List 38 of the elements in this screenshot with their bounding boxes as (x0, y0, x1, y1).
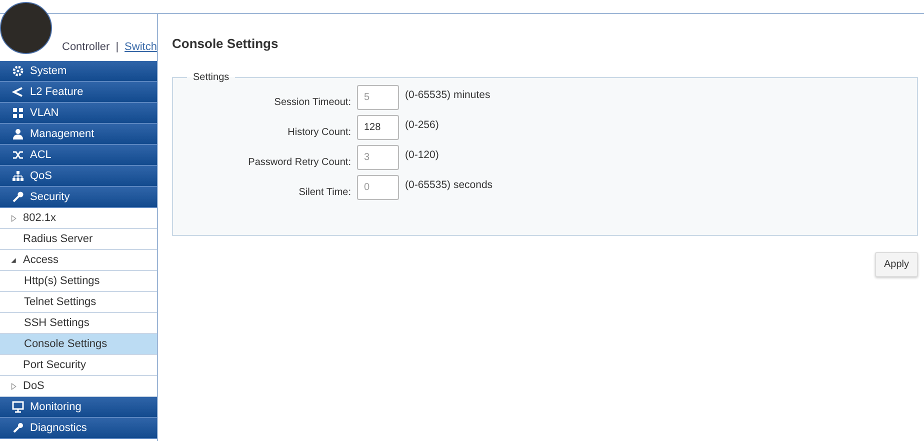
mode-link[interactable]: Switch (124, 38, 157, 55)
input-field[interactable]: 0 (357, 174, 399, 200)
menu-section[interactable]: Diagnostics (0, 418, 157, 439)
sitemap-icon (12, 170, 24, 182)
range-hint: (0-256) (405, 118, 439, 133)
menu-item[interactable]: Console Settings (0, 334, 157, 355)
key-icon (12, 191, 24, 203)
page-title: Console Settings (172, 36, 280, 52)
menu-section[interactable]: ACL (0, 145, 157, 166)
menu-section[interactable]: Monitoring (0, 397, 157, 418)
range-hint: (0-65535) minutes (405, 88, 490, 103)
user-icon (12, 128, 24, 140)
field-label: Session Timeout: (273, 96, 351, 110)
range-hint: (0-65535) seconds (405, 178, 493, 193)
menu-section[interactable]: VLAN (0, 103, 157, 124)
menu-section[interactable]: System (0, 61, 157, 82)
menu-section[interactable]: QoS (0, 166, 157, 187)
menu-section[interactable]: Management (0, 124, 157, 145)
input-field[interactable]: 128 (357, 114, 399, 140)
photo-placeholder (0, 2, 52, 54)
menu-section[interactable]: L2 Feature (0, 82, 157, 103)
monitor-icon (12, 401, 24, 413)
input-field[interactable]: 3 (357, 144, 399, 170)
field-label: Password Retry Count: (247, 156, 351, 170)
mode-link[interactable]: Controller (62, 38, 110, 55)
field-label: Silent Time: (298, 186, 351, 200)
menu-section[interactable]: Security (0, 187, 157, 208)
separator: | (116, 40, 119, 54)
gear-icon (12, 65, 24, 77)
network-icon (12, 107, 24, 119)
share-icon (12, 86, 24, 98)
fieldset-legend: Settings (187, 70, 236, 85)
shuffle-icon (12, 149, 24, 161)
field-label: History Count: (286, 126, 351, 140)
apply-button[interactable]: Apply (874, 252, 918, 277)
input-field[interactable]: 5 (357, 84, 399, 110)
range-hint: (0-120) (405, 148, 439, 163)
wrench-icon (12, 422, 24, 434)
